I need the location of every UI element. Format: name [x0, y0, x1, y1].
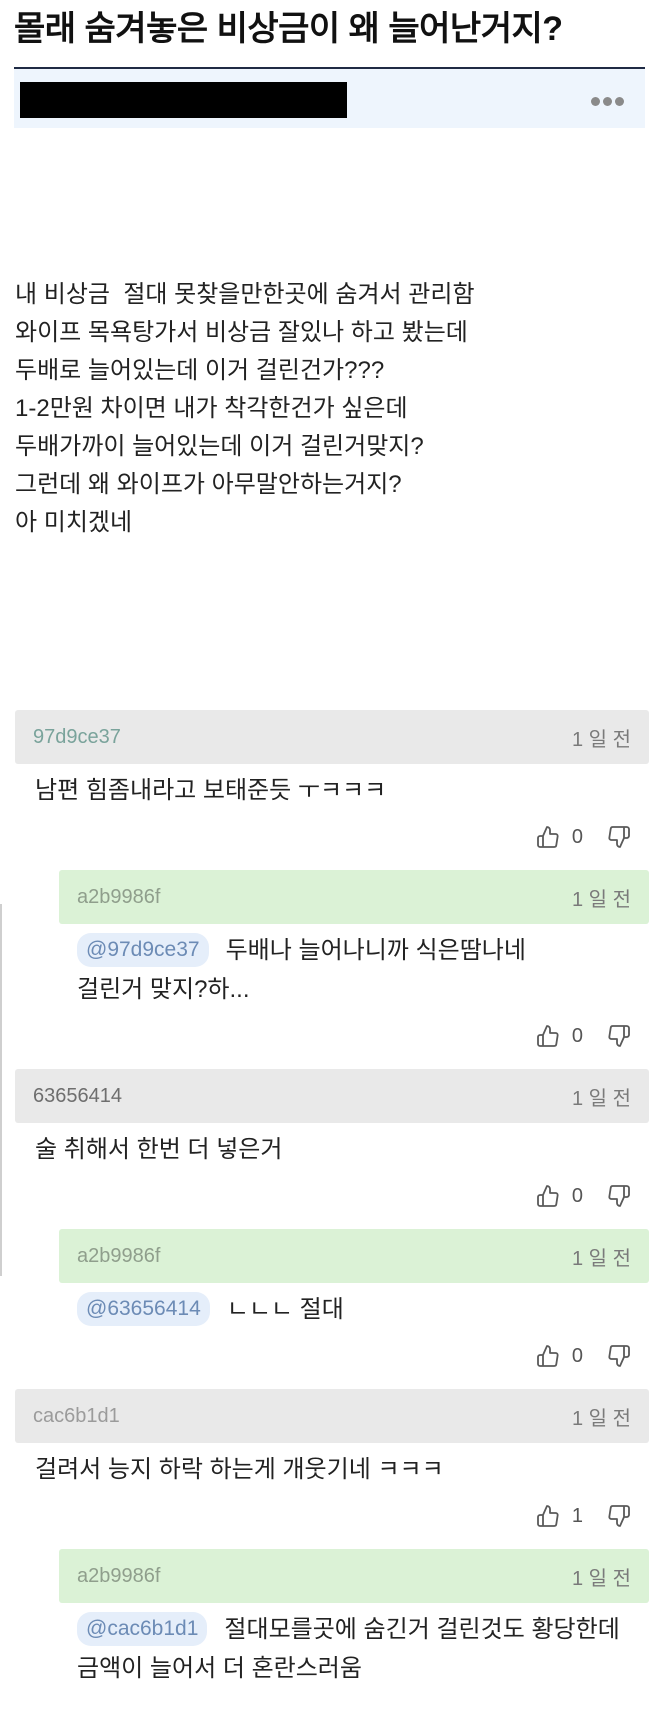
vote-bar: 0 [59, 1341, 649, 1371]
reply: a2b9986f 1 일 전 @63656414 ㄴㄴㄴ 절대 0 [59, 1229, 649, 1371]
reply: a2b9986f 1 일 전 @97d9ce37 두배나 늘어나니까 식은땀나네 … [59, 870, 649, 1051]
comment-header: cac6b1d1 1 일 전 [15, 1389, 649, 1443]
comment-text: 걸려서 능지 하락 하는게 개웃기네 ㅋㅋㅋ [35, 1456, 444, 1483]
reply-time: 1 일 전 [571, 1567, 631, 1590]
comment: cac6b1d1 1 일 전 걸려서 능지 하락 하는게 개웃기네 ㅋㅋㅋ 1 [15, 1389, 649, 1531]
left-edge-line [0, 904, 2, 1276]
reply-header: a2b9986f 1 일 전 [59, 870, 649, 924]
post-body-line: 내 비상금 절대 못찾을만한곳에 숨겨서 관리함 [15, 281, 475, 308]
like-count: 0 [571, 1344, 583, 1367]
thumbs-up-icon[interactable] [536, 825, 560, 849]
thumbs-down-icon[interactable] [607, 1504, 631, 1528]
reply: a2b9986f 1 일 전 @cac6b1d1 절대모를곳에 숨긴거 걸린것도 … [59, 1549, 649, 1688]
post-body-line: 두배로 늘어있는데 이거 걸린건가??? [15, 357, 385, 384]
comment: 97d9ce37 1 일 전 남편 힘좀내라고 보태준듯 ㅜㅋㅋㅋ 0 [15, 710, 649, 852]
thumbs-down-icon[interactable] [607, 1344, 631, 1368]
reply-time: 1 일 전 [571, 888, 631, 911]
like-count: 0 [571, 825, 583, 848]
comment-time: 1 일 전 [571, 1087, 631, 1110]
vote-bar: 1 [15, 1501, 649, 1531]
post-body: 내 비상금 절대 못찾을만한곳에 숨겨서 관리함 와이프 목욕탕가서 비상금 잘… [15, 276, 645, 542]
comment-author: 63656414 [33, 1084, 122, 1107]
reply-text: ㄴㄴㄴ 절대 [226, 1296, 344, 1323]
vote-bar: 0 [15, 822, 649, 852]
comment-text: 술 취해서 한번 더 넣은거 [35, 1136, 283, 1163]
reply-body: @97d9ce37 두배나 늘어나니까 식은땀나네 걸린거 맞지?하... [59, 924, 649, 1009]
thumbs-up-icon[interactable] [536, 1184, 560, 1208]
thumbs-up-icon[interactable] [536, 1024, 560, 1048]
vote-bar: 0 [59, 1021, 649, 1051]
vote-bar: 0 [15, 1181, 649, 1211]
more-dot [602, 96, 612, 106]
thumbs-up-icon[interactable] [536, 1504, 560, 1528]
post-body-line: 와이프 목욕탕가서 비상금 잘있나 하고 봤는데 [15, 319, 468, 346]
post-body-line: 두배가까이 늘어있는데 이거 걸린거맞지? [15, 433, 424, 460]
comment: 63656414 1 일 전 술 취해서 한번 더 넣은거 0 [15, 1069, 649, 1211]
post-body-line: 그런데 왜 와이프가 아무말안하는거지? [15, 471, 402, 498]
more-dots-icon[interactable] [587, 89, 627, 113]
like-count: 0 [571, 1024, 583, 1047]
mention-chip[interactable]: @63656414 [77, 1292, 210, 1326]
comment-author: cac6b1d1 [33, 1404, 120, 1427]
like-count: 1 [571, 1504, 583, 1527]
mention-chip[interactable]: @cac6b1d1 [77, 1612, 208, 1646]
reply-body: @cac6b1d1 절대모를곳에 숨긴거 걸린것도 황당한데 금액이 늘어서 더 … [59, 1603, 649, 1688]
comment-time: 1 일 전 [571, 728, 631, 751]
mention-chip[interactable]: @97d9ce37 [77, 933, 209, 967]
comment-header: 63656414 1 일 전 [15, 1069, 649, 1123]
thumbs-down-icon[interactable] [607, 1184, 631, 1208]
reply-time: 1 일 전 [571, 1247, 631, 1270]
thumbs-down-icon[interactable] [607, 825, 631, 849]
comment-time: 1 일 전 [571, 1407, 631, 1430]
comment-header: 97d9ce37 1 일 전 [15, 710, 649, 764]
reply-header: a2b9986f 1 일 전 [59, 1229, 649, 1283]
comment-author: 97d9ce37 [33, 725, 121, 748]
reply-author: a2b9986f [77, 1564, 161, 1587]
post-body-line: 아 미치겠네 [15, 509, 133, 536]
reply-header: a2b9986f 1 일 전 [59, 1549, 649, 1603]
reply-author: a2b9986f [77, 885, 161, 908]
comment-list: 97d9ce37 1 일 전 남편 힘좀내라고 보태준듯 ㅜㅋㅋㅋ 0 a2b9… [15, 710, 649, 1706]
post-body-line: 1-2만원 차이면 내가 착각한건가 싶은데 [15, 395, 408, 422]
post-meta-bar [14, 69, 645, 128]
comment-text: 남편 힘좀내라고 보태준듯 ㅜㅋㅋㅋ [35, 777, 387, 804]
thumbs-up-icon[interactable] [536, 1344, 560, 1368]
redacted-author-block [20, 82, 347, 118]
more-dot [590, 96, 600, 106]
reply-author: a2b9986f [77, 1244, 161, 1267]
more-dot [614, 96, 624, 106]
post-title: 몰래 숨겨놓은 비상금이 왜 늘어난거지? [14, 10, 563, 48]
like-count: 0 [571, 1184, 583, 1207]
thumbs-down-icon[interactable] [607, 1024, 631, 1048]
reply-body: @63656414 ㄴㄴㄴ 절대 [59, 1283, 649, 1329]
